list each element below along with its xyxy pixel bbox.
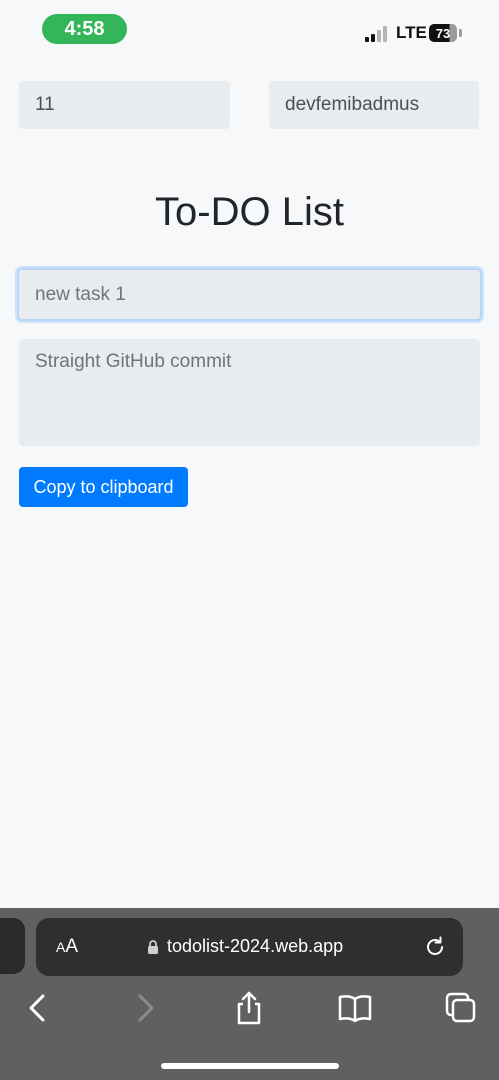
text-size-small-a: A <box>56 939 66 955</box>
text-size-large-a: A <box>65 936 79 957</box>
description-textarea[interactable]: Straight GitHub commit <box>19 339 480 446</box>
page-title: To-DO List <box>155 190 344 234</box>
battery-level: 73 <box>435 25 451 41</box>
battery-tip <box>459 29 462 37</box>
reload-icon[interactable] <box>423 935 447 959</box>
number-field[interactable]: 11 <box>19 81 230 129</box>
share-icon[interactable] <box>231 990 267 1026</box>
text-size-button[interactable]: AA <box>56 936 78 958</box>
tabs-icon[interactable] <box>443 990 479 1026</box>
home-indicator[interactable] <box>161 1063 339 1069</box>
signal-icon <box>365 26 387 42</box>
back-icon[interactable] <box>20 990 56 1026</box>
url-text[interactable]: todolist-2024.web.app <box>167 936 343 957</box>
copy-to-clipboard-button[interactable]: Copy to clipboard <box>19 467 188 507</box>
screen: 4:58 LTE 73 11 devfemibadmus To-DO List … <box>0 0 499 1080</box>
task-input[interactable]: new task 1 <box>17 268 482 321</box>
network-type: LTE <box>396 23 427 42</box>
status-bar: 4:58 LTE 73 <box>0 0 499 56</box>
lock-icon <box>148 940 158 954</box>
previous-tab-preview[interactable] <box>0 918 25 974</box>
forward-icon[interactable] <box>127 990 163 1026</box>
bookmarks-icon[interactable] <box>337 990 373 1026</box>
battery-icon: 73 <box>429 24 457 42</box>
status-time[interactable]: 4:58 <box>42 14 127 44</box>
username-field[interactable]: devfemibadmus <box>269 81 479 129</box>
